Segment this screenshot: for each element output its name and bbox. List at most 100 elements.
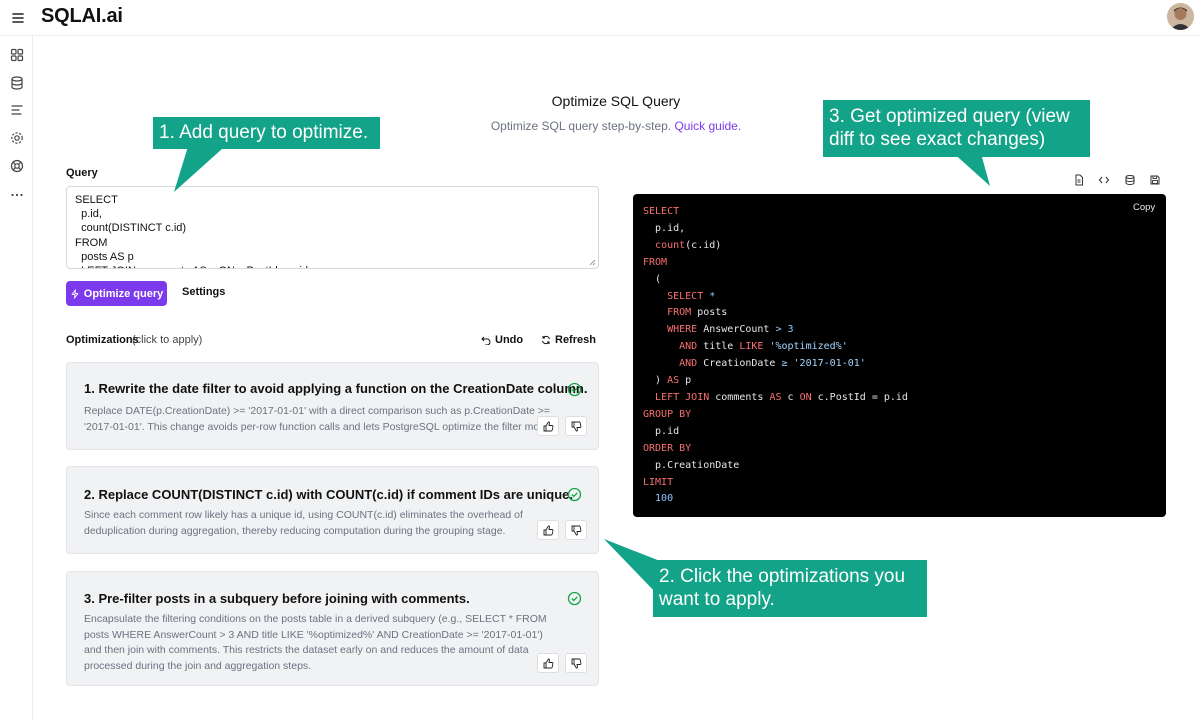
help-icon[interactable]	[9, 158, 25, 174]
thumbs-up-button[interactable]	[537, 520, 559, 540]
code-token: count	[655, 239, 686, 251]
optimization-title: 3. Pre-filter posts in a subquery before…	[84, 591, 470, 606]
quick-guide-link[interactable]: Quick guide.	[674, 119, 741, 133]
subtitle-text: Optimize SQL query step-by-step.	[490, 119, 672, 133]
database-icon[interactable]	[9, 75, 25, 91]
code-line: GROUP BY	[643, 407, 908, 424]
code-token: SELECT	[667, 290, 704, 302]
optimized-query-code[interactable]: SELECT p.id, count(c.id) FROM ( SELECT * …	[643, 204, 908, 508]
code-token: p.id	[643, 425, 680, 437]
code-line: p.id	[643, 424, 908, 441]
thumbs-down-icon	[571, 658, 581, 668]
thumbs-up-icon	[543, 525, 553, 535]
callout-step-1: 1. Add query to optimize.	[153, 117, 380, 149]
thumbs-down-icon	[571, 525, 581, 535]
optimization-description: Encapsulate the filtering conditions on …	[84, 613, 547, 672]
top-bar: SQLAI.ai	[0, 0, 1200, 36]
code-token: (	[643, 273, 662, 285]
code-token: )	[643, 375, 668, 387]
optimization-title: 1. Rewrite the date filter to avoid appl…	[84, 381, 588, 396]
check-circle-icon	[567, 487, 582, 502]
query-input[interactable]: SELECT p.id, count(DISTINCT c.id) FROM p…	[66, 186, 599, 269]
code-icon[interactable]	[1098, 174, 1110, 186]
code-token: '%optimized%'	[763, 341, 848, 353]
optimization-card-1[interactable]: 1. Rewrite the date filter to avoid appl…	[66, 362, 599, 450]
code-token: 100	[643, 493, 674, 505]
code-line: p.CreationDate	[643, 458, 908, 475]
thumbs-down-button[interactable]	[565, 653, 587, 673]
code-token: SELECT	[643, 206, 680, 217]
optimize-query-label: Optimize query	[83, 287, 164, 300]
code-line: p.id,	[643, 221, 908, 238]
code-line: ) AS p	[643, 373, 908, 390]
optimize-query-button[interactable]: Optimize query	[66, 281, 167, 306]
optimization-card-2[interactable]: 2. Replace COUNT(DISTINCT c.id) with COU…	[66, 466, 599, 554]
code-token: AND	[679, 341, 698, 353]
code-line: count(c.id)	[643, 238, 908, 255]
refresh-icon	[542, 335, 550, 345]
thumbs-down-icon	[571, 421, 581, 431]
code-line: WHERE AnswerCount > 3	[643, 322, 908, 339]
code-token: comments	[709, 391, 770, 403]
copy-button[interactable]: Copy	[1133, 202, 1155, 213]
code-line: AND CreationDate ≥ '2017-01-01'	[643, 356, 908, 373]
document-icon[interactable]	[1073, 174, 1085, 186]
code-token: AnswerCount	[697, 324, 776, 336]
undo-icon	[481, 336, 491, 345]
database-icon[interactable]	[1124, 174, 1136, 186]
code-line: SELECT *	[643, 289, 908, 306]
optimizations-hint: (click to apply)	[132, 334, 203, 346]
thumbs-up-button[interactable]	[537, 653, 559, 673]
code-token: title	[697, 341, 740, 353]
code-token: FROM	[643, 256, 668, 268]
code-line: LEFT JOIN comments AS c ON c.PostId = p.…	[643, 390, 908, 407]
query-text[interactable]: SELECT p.id, count(DISTINCT c.id) FROM p…	[75, 193, 308, 268]
code-token: c.PostId = p.id	[811, 391, 908, 403]
refresh-label: Refresh	[555, 334, 596, 346]
code-token: '2017-01-01'	[787, 358, 866, 370]
code-token: posts	[691, 307, 728, 319]
code-line: AND title LIKE '%optimized%'	[643, 339, 908, 356]
save-icon[interactable]	[1149, 174, 1161, 186]
optimizations-label: Optimizations	[66, 334, 139, 346]
code-token: *	[703, 290, 716, 302]
code-token: AS	[769, 391, 782, 403]
thumbs-up-icon	[543, 658, 553, 668]
dashboard-icon[interactable]	[9, 47, 25, 63]
code-token: p.CreationDate	[643, 459, 740, 471]
refresh-button[interactable]: Refresh	[541, 334, 596, 346]
optimization-description: Replace DATE(p.CreationDate) >= '2017-01…	[84, 405, 551, 433]
code-line: (	[643, 272, 908, 289]
avatar[interactable]	[1167, 3, 1194, 30]
undo-button[interactable]: Undo	[481, 334, 523, 346]
menu-icon[interactable]	[9, 9, 27, 27]
code-line: FROM	[643, 255, 908, 272]
code-token: c	[781, 391, 800, 403]
code-line: 100	[643, 491, 908, 508]
query-label: Query	[66, 167, 98, 179]
thumbs-down-button[interactable]	[565, 416, 587, 436]
code-token: LIKE	[739, 341, 764, 353]
code-token: GROUP BY	[643, 408, 692, 420]
check-circle-icon	[567, 382, 582, 397]
code-token: p	[679, 375, 692, 387]
optimization-card-3[interactable]: 3. Pre-filter posts in a subquery before…	[66, 571, 599, 686]
resize-handle-icon[interactable]	[589, 259, 596, 266]
code-token: LEFT JOIN	[655, 391, 710, 403]
settings-button[interactable]: Settings	[182, 286, 225, 298]
thumbs-up-icon	[543, 421, 553, 431]
more-icon[interactable]	[9, 187, 25, 203]
code-token: WHERE	[667, 324, 698, 336]
thumbs-up-button[interactable]	[537, 416, 559, 436]
thumbs-down-button[interactable]	[565, 520, 587, 540]
code-token: FROM	[667, 307, 692, 319]
callout-step-2: 2. Click the optimizations you want to a…	[653, 560, 927, 617]
code-token: AS	[667, 375, 680, 387]
code-token: (c.id)	[685, 239, 722, 251]
brand-logo[interactable]: SQLAI.ai	[41, 5, 123, 28]
